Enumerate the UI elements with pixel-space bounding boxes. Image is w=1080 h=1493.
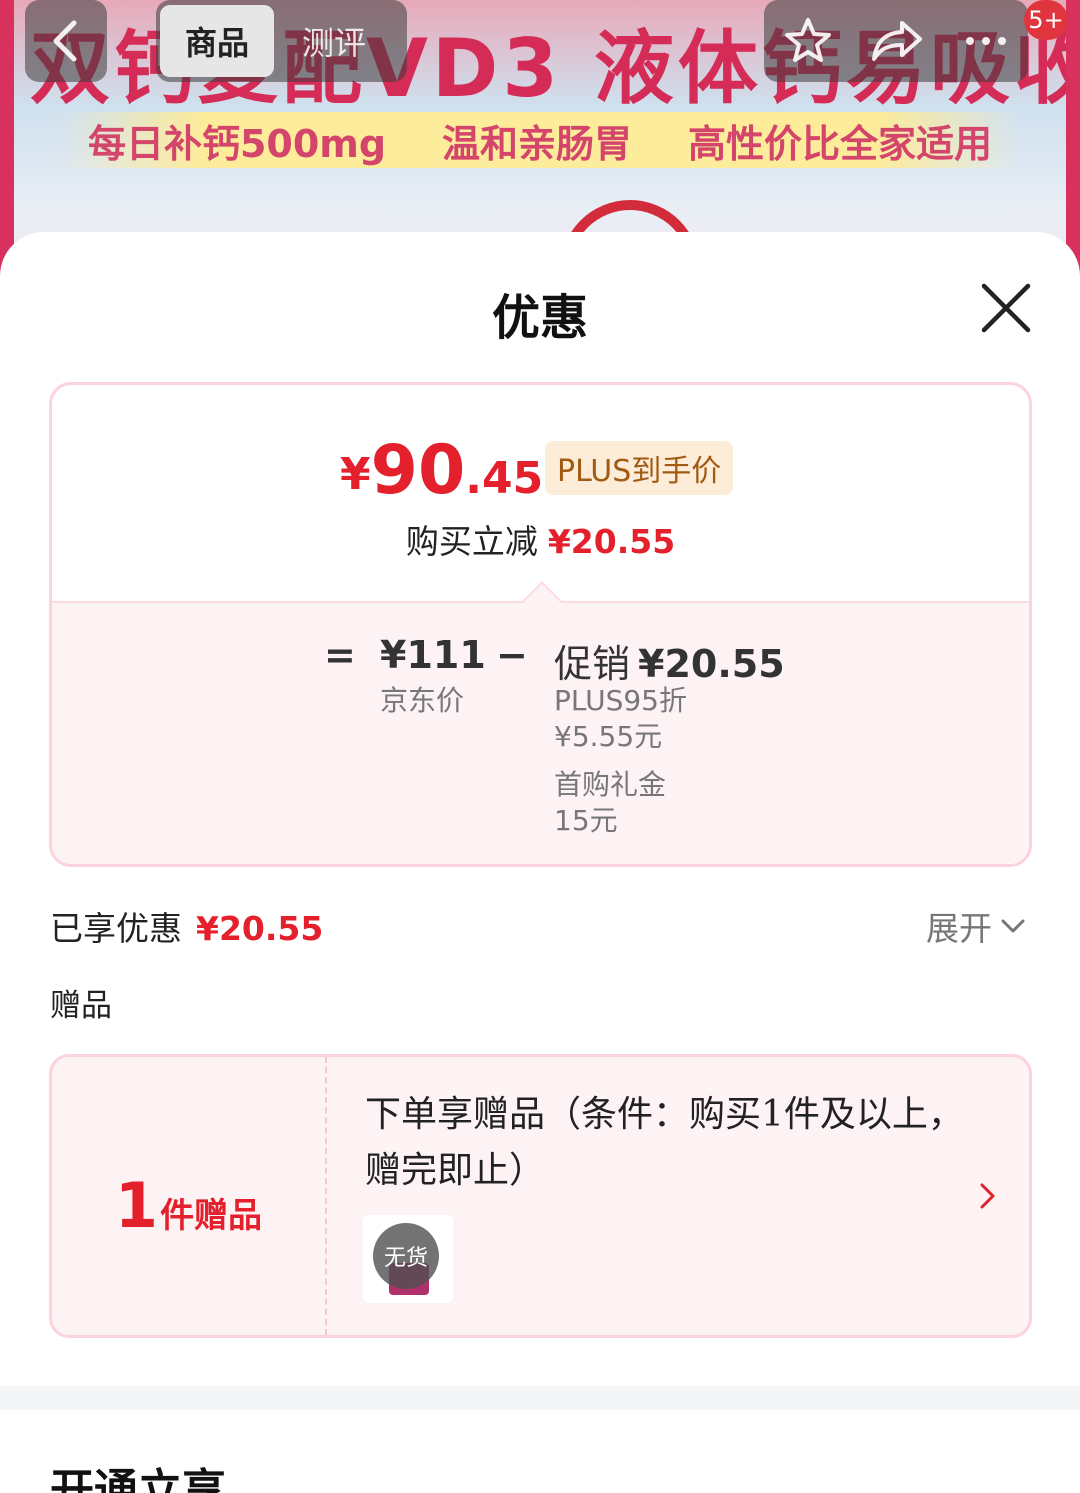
chevron-down-icon bbox=[1001, 919, 1025, 933]
saving-amount: ¥20.55 bbox=[547, 522, 676, 561]
expand-button[interactable]: 展开 bbox=[926, 902, 1026, 950]
promotion-amount: ¥20.55 bbox=[638, 642, 785, 686]
gift-thumbnail[interactable]: 无货 bbox=[363, 1215, 453, 1303]
banner-sub-3: 高性价比全家适用 bbox=[687, 121, 992, 166]
promotion-items: PLUS95折 ¥5.55元 首购礼金 15元 bbox=[554, 683, 687, 839]
enjoyed-amount: ¥20.55 bbox=[196, 909, 324, 948]
banner-subline: 每日补钙500mg 温和亲肠胃 高性价比全家适用 bbox=[60, 112, 1020, 168]
gift-count-number: 1 bbox=[114, 1169, 159, 1242]
price-formula: = ¥111 − 促销 ¥20.55 京东价 PLUS95折 ¥5.55元 首购礼… bbox=[52, 581, 1029, 864]
base-price-label: 京东价 bbox=[380, 684, 465, 717]
enjoyed-label: 已享优惠 bbox=[50, 909, 182, 948]
saving-label: 购买立减 bbox=[405, 522, 538, 561]
gift-card[interactable]: 1 件赠品 下单享赠品（条件：购买1件及以上，赠完即止） 无货 bbox=[49, 1054, 1032, 1338]
more-icon[interactable] bbox=[962, 33, 1010, 49]
membership-section-title: 开通立享 bbox=[50, 1465, 226, 1493]
chevron-right-icon bbox=[980, 1183, 995, 1209]
promotion-item-value: 15元 bbox=[554, 804, 618, 837]
plus-price-tag: PLUS到手价 bbox=[545, 441, 734, 495]
promotion-total: 促销 ¥20.55 bbox=[554, 633, 785, 688]
back-button[interactable] bbox=[25, 0, 107, 82]
base-price: ¥111 bbox=[380, 633, 486, 677]
gift-description: 下单享赠品（条件：购买1件及以上，赠完即止） bbox=[365, 1094, 964, 1191]
enjoyed-discount: 已享优惠 ¥20.55 bbox=[50, 902, 323, 950]
expand-label: 展开 bbox=[926, 909, 992, 948]
section-divider bbox=[0, 1386, 1080, 1410]
price-decimal: .45 bbox=[465, 453, 544, 504]
gift-count-label: 件赠品 bbox=[160, 1196, 263, 1236]
star-icon[interactable] bbox=[782, 15, 834, 67]
promotion-item-value: ¥5.55元 bbox=[554, 720, 663, 753]
instant-saving: 购买立减 ¥20.55 bbox=[52, 515, 1029, 563]
close-button[interactable] bbox=[978, 280, 1034, 336]
promotion-item-name: PLUS95折 bbox=[554, 684, 687, 717]
message-count-badge: 5+ bbox=[1024, 0, 1068, 40]
out-of-stock-badge: 无货 bbox=[373, 1223, 439, 1289]
chevron-left-icon bbox=[53, 20, 77, 62]
minus-sign: − bbox=[496, 633, 528, 677]
gift-count: 1 件赠品 bbox=[52, 1057, 327, 1335]
top-actions bbox=[764, 0, 1028, 82]
promotion-item-name: 首购礼金 bbox=[554, 768, 667, 801]
price-integer: 90 bbox=[370, 431, 466, 510]
promotion-label: 促销 bbox=[554, 642, 631, 686]
price-summary: ¥ 90 .45 PLUS到手价 购买立减 ¥20.55 bbox=[52, 385, 1029, 601]
discount-sheet: 优惠 ¥ 90 .45 PLUS到手价 购买立减 ¥20.55 = ¥111 − … bbox=[0, 232, 1080, 1493]
share-icon[interactable] bbox=[870, 17, 926, 65]
banner-sub-1: 每日补钙500mg bbox=[87, 121, 387, 166]
sheet-title: 优惠 bbox=[491, 290, 588, 346]
tab-review[interactable]: 测评 bbox=[274, 5, 394, 77]
tab-product[interactable]: 商品 bbox=[160, 5, 274, 77]
equals-sign: = bbox=[324, 633, 356, 677]
close-icon bbox=[981, 283, 1031, 333]
final-price: ¥ 90 .45 bbox=[340, 435, 543, 505]
gift-section-heading: 赠品 bbox=[50, 988, 112, 1024]
banner-sub-2: 温和亲肠胃 bbox=[442, 121, 633, 166]
currency-symbol: ¥ bbox=[340, 449, 371, 500]
price-breakdown-card: ¥ 90 .45 PLUS到手价 购买立减 ¥20.55 = ¥111 − 促销 ¥… bbox=[49, 382, 1032, 867]
top-tabs: 商品 测评 bbox=[156, 0, 407, 82]
